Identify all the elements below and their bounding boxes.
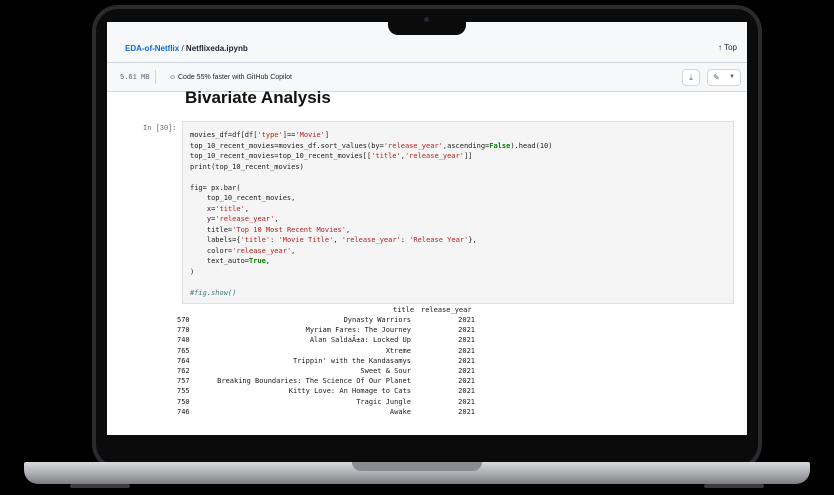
code-line: x='title',	[190, 204, 250, 213]
code-line: top_10_recent_movies=top_10_recent_movie…	[190, 152, 473, 160]
row-index: 762	[177, 367, 190, 375]
row-index: 765	[177, 346, 190, 355]
copilot-promo[interactable]: ☺ Code 55% faster with GitHub Copilot	[169, 74, 292, 81]
row-index: 746	[177, 407, 190, 416]
code-line: fig= px.bar(	[190, 183, 241, 192]
laptop-foot-right	[704, 484, 764, 488]
camera-notch	[388, 9, 466, 35]
code-line: #fig.show()	[190, 288, 237, 297]
code-line: print(top_10_recent_movies)	[190, 162, 304, 171]
output-row: 740 Alan SaldaÃ±a: Locked Up 2021	[177, 336, 477, 346]
output-row: 750 Tragic Jungle 2021	[177, 398, 477, 408]
download-icon: ⤓	[689, 73, 693, 82]
output-row: 765 Xtreme 2021	[177, 347, 477, 357]
laptop-opening-groove	[352, 462, 482, 471]
row-title: Tragic Jungle	[356, 397, 411, 406]
code-cell: movies_df=df[df['type']=='Movie'] top_10…	[182, 121, 734, 304]
copilot-text: Code 55% faster with GitHub Copilot	[178, 74, 292, 81]
row-index: 764	[177, 356, 190, 365]
code-line: text_auto=True,	[190, 257, 271, 265]
toolbar-divider	[155, 70, 156, 84]
output-row: 757 Breaking Boundaries: The Science Of O…	[177, 377, 477, 387]
output-row: 770 Myriam Fares: The Journey 2021	[177, 326, 477, 336]
row-index: 755	[177, 387, 190, 396]
copilot-icon: ☺	[169, 74, 177, 81]
row-title: Myriam Fares: The Journey	[305, 326, 411, 335]
row-title: Trippin' with the Kandasamys	[292, 356, 411, 365]
breadcrumb: EDA-of-Netflix / Netflixeda.ipynb	[125, 44, 248, 53]
code-line: movies_df=df[df['type']=='Movie']	[190, 131, 330, 139]
row-title: Dynasty Warriors	[343, 316, 411, 324]
row-title: Alan SaldaÃ±a: Locked Up	[309, 336, 411, 345]
row-release-year: 2021	[458, 397, 475, 406]
output-row: 746 Awake 2021	[177, 408, 477, 418]
row-release-year: 2021	[458, 367, 475, 375]
row-title: Breaking Boundaries: The Science Of Our …	[217, 377, 411, 386]
pencil-icon: ✎	[713, 73, 720, 82]
laptop-screen: EDA-of-Netflix / Netflixeda.ipynb ↑ Top …	[107, 22, 747, 435]
download-button[interactable]: ⤓	[682, 69, 700, 86]
output-column-title: title	[393, 306, 415, 314]
file-size: 5.61 MB	[120, 74, 150, 82]
row-title: Kitty Love: An Homage to Cats	[288, 387, 411, 396]
code-line: top_10_recent_movies,	[190, 194, 296, 202]
laptop-foot-left	[70, 484, 130, 488]
row-release-year: 2021	[458, 387, 475, 396]
output-row: 755 Kitty Love: An Homage to Cats 2021	[177, 387, 477, 397]
code-line: y='release_year',	[190, 215, 279, 223]
output-row: 762 Sweet & Sour 2021	[177, 367, 477, 377]
code-line: color='release_year',	[190, 246, 296, 255]
chevron-down-icon[interactable]: ▼	[729, 70, 735, 85]
output-column-release-year: release_year	[421, 306, 472, 314]
output-row: 570 Dynasty Warriors 2021	[177, 316, 477, 326]
row-release-year: 2021	[458, 407, 475, 416]
code-line: )	[190, 267, 195, 276]
repo-link[interactable]: EDA-of-Netflix	[125, 44, 179, 53]
edit-button[interactable]: ✎ ▼	[707, 69, 741, 86]
row-release-year: 2021	[458, 346, 475, 355]
row-index: 750	[177, 397, 190, 406]
breadcrumb-separator: /	[181, 44, 184, 53]
row-release-year: 2021	[458, 326, 475, 335]
row-index: 770	[177, 326, 190, 335]
row-title: Xtreme	[385, 346, 411, 355]
row-release-year: 2021	[458, 316, 475, 324]
row-index: 570	[177, 316, 190, 324]
section-heading: Bivariate Analysis	[185, 88, 331, 107]
row-release-year: 2021	[458, 336, 475, 345]
cell-prompt: In [30]:	[143, 125, 177, 133]
code-line: title='Top 10 Most Recent Movies',	[190, 225, 351, 234]
output-row: 764 Trippin' with the Kandasamys 2021	[177, 357, 477, 367]
camera-icon	[424, 17, 429, 22]
code-line: labels={'title': 'Movie Title', 'release…	[190, 236, 477, 244]
row-index: 740	[177, 336, 190, 345]
top-button[interactable]: ↑ Top	[718, 43, 737, 52]
row-release-year: 2021	[458, 377, 475, 386]
row-title: Sweet & Sour	[360, 367, 411, 375]
row-release-year: 2021	[458, 356, 475, 365]
code-block: movies_df=df[df['type']=='Movie'] top_10…	[190, 130, 552, 298]
row-index: 757	[177, 377, 190, 386]
file-name: Netflixeda.ipynb	[185, 44, 248, 53]
row-title: Awake	[389, 407, 411, 416]
code-line: top_10_recent_movies=movies_df.sort_valu…	[190, 141, 553, 150]
